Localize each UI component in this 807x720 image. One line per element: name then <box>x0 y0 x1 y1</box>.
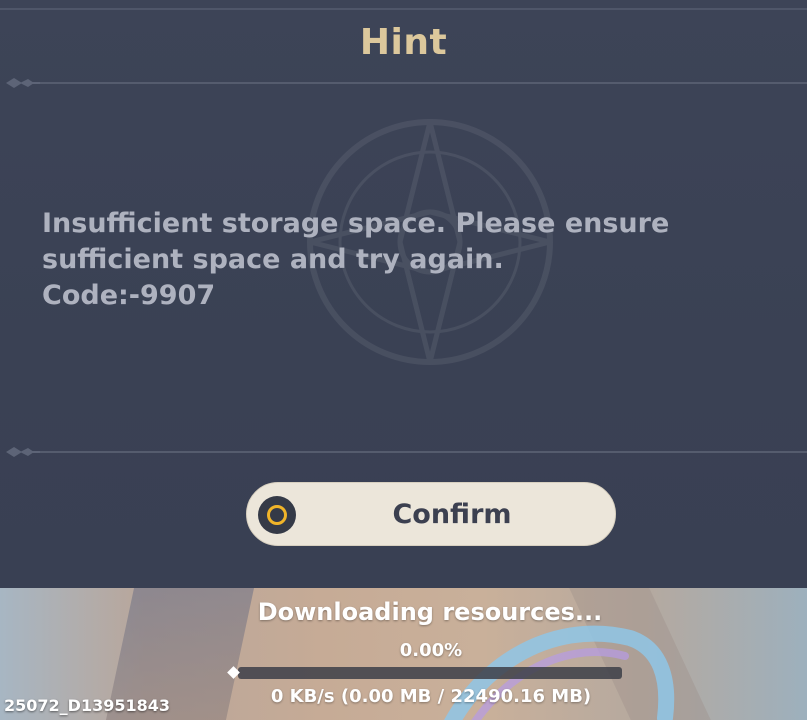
message-line-1: Insufficient storage space. Please ensur… <box>42 208 670 239</box>
error-code: Code:-9907 <box>42 280 216 311</box>
version-label: 25072_D13951843 <box>4 696 171 715</box>
message-line-2: sufficient space and try again. <box>42 244 504 275</box>
dialog-top-edge <box>0 8 807 10</box>
divider-top <box>0 73 807 93</box>
dialog-message: Insufficient storage space. Please ensur… <box>42 206 762 314</box>
download-status: Downloading resources... <box>257 598 603 626</box>
circle-confirm-icon <box>258 496 296 534</box>
confirm-label: Confirm <box>392 499 512 530</box>
download-percent: 0.00% <box>399 640 463 661</box>
divider-bottom <box>0 442 807 462</box>
dialog-title: Hint <box>359 22 448 63</box>
hint-dialog: Hint Insufficient storage space. Please … <box>0 0 807 588</box>
confirm-button[interactable]: Confirm <box>246 482 616 546</box>
download-progress-bar <box>238 667 622 679</box>
